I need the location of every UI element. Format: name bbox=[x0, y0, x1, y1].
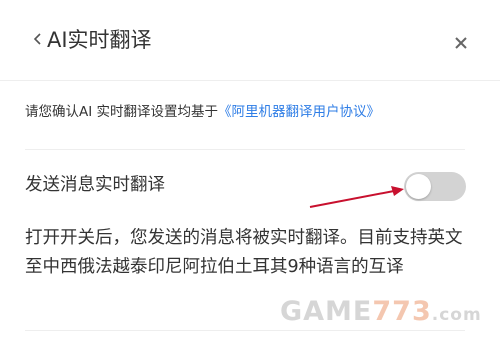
section-divider bbox=[25, 149, 465, 150]
page-title: AI实时翻译 bbox=[47, 28, 152, 52]
chevron-left-icon[interactable] bbox=[31, 29, 45, 49]
watermark-logo: GAME773.com bbox=[280, 296, 482, 327]
header: AI实时翻译 bbox=[0, 0, 500, 80]
header-divider bbox=[0, 80, 500, 81]
translation-description: 打开开关后，您发送的消息将被实时翻译。目前支持英文至中西俄法越泰印尼阿拉伯土耳其… bbox=[25, 228, 463, 277]
send-translation-toggle[interactable] bbox=[404, 172, 466, 201]
close-icon[interactable] bbox=[451, 33, 471, 53]
send-translation-label: 发送消息实时翻译 bbox=[25, 175, 165, 195]
translation-settings-panel: AI实时翻译 请您确认AI 实时翻译设置均基于《阿里机器翻译用户协议》 发送消息… bbox=[0, 0, 500, 339]
agreement-link[interactable]: 《阿里机器翻译用户协议》 bbox=[218, 104, 380, 120]
agreement-notice-text: 请您确认AI 实时翻译设置均基于 bbox=[25, 104, 219, 120]
bottom-divider bbox=[25, 330, 465, 331]
agreement-notice: 请您确认AI 实时翻译设置均基于《阿里机器翻译用户协议》 bbox=[25, 100, 380, 120]
red-arrow-annotation bbox=[309, 186, 404, 208]
